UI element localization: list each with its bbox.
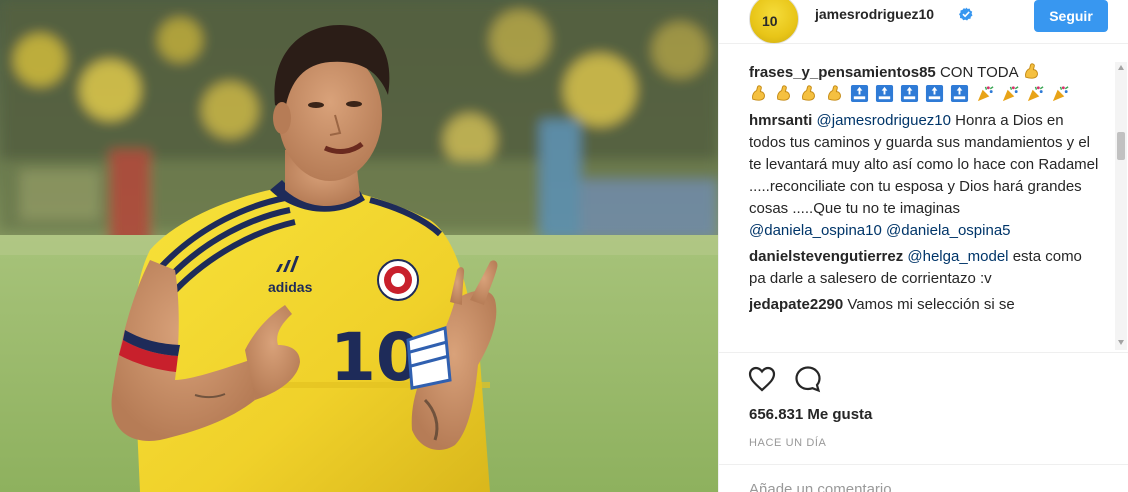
comment-username[interactable]: frases_y_pensamientos85 xyxy=(749,64,936,81)
comment-mention[interactable]: @helga_model xyxy=(907,248,1008,265)
scroll-up-arrow-icon[interactable] xyxy=(1117,64,1125,72)
comment-item: jedapate2290 Vamos mi selección si se xyxy=(749,294,1101,316)
comment-text: CON TODA xyxy=(939,64,1018,81)
post-side-panel: 10 jamesrodriguez10 Seguir frases_y_pens… xyxy=(718,0,1128,492)
avatar[interactable]: 10 xyxy=(749,0,799,44)
follow-button[interactable]: Seguir xyxy=(1034,0,1108,32)
flexed-biceps-icon xyxy=(1025,63,1038,79)
comment-mention[interactable]: @daniela_ospina5 xyxy=(886,222,1011,239)
comment-item: frases_y_pensamientos85 CON TODA xyxy=(749,62,1101,106)
party-popper-icon xyxy=(1027,86,1044,102)
likes-count[interactable]: 656.831 Me gusta xyxy=(749,406,872,423)
comment-emojis xyxy=(1022,62,1043,84)
comment-username[interactable]: hmrsanti xyxy=(749,112,812,129)
post-photo[interactable]: 10 adidas xyxy=(0,0,718,492)
colombia-crest-icon xyxy=(377,259,419,301)
flexed-biceps-icon xyxy=(827,85,841,101)
top-arrow-icon xyxy=(850,85,868,103)
adidas-logo-text: adidas xyxy=(268,279,313,295)
avatar-jersey-number: 10 xyxy=(762,13,778,29)
flexed-biceps-icon xyxy=(777,85,791,101)
comment-text: Vamos mi selección si se xyxy=(847,296,1015,314)
post-username[interactable]: jamesrodriguez10 xyxy=(815,6,934,22)
comment-username[interactable]: danielstevengutierrez xyxy=(749,248,903,265)
post-header: 10 jamesrodriguez10 Seguir xyxy=(719,0,1128,44)
instagram-post: 10 adidas 10 jamesrodriguez10 Seguir fra… xyxy=(0,0,1128,492)
comment-mention[interactable]: @daniela_ospina10 xyxy=(749,222,882,239)
flexed-biceps-icon xyxy=(802,85,816,101)
party-popper-icon xyxy=(1002,86,1019,102)
comment-bubble-icon[interactable] xyxy=(793,364,823,394)
top-arrow-icon xyxy=(926,85,944,103)
comments-scrollbar[interactable] xyxy=(1115,62,1127,350)
scroll-down-arrow-icon[interactable] xyxy=(1117,338,1125,346)
post-actions xyxy=(747,364,823,396)
comment-emojis-row2 xyxy=(749,84,1072,106)
heart-icon[interactable] xyxy=(747,364,777,394)
verified-badge-icon xyxy=(959,7,973,21)
add-comment-input[interactable] xyxy=(749,478,1089,492)
scrollbar-thumb[interactable] xyxy=(1117,132,1125,160)
flexed-biceps-icon xyxy=(752,85,765,101)
comment-item: hmrsanti @jamesrodriguez10 Honra a Dios … xyxy=(749,110,1101,242)
top-arrow-icon xyxy=(951,85,969,103)
comment-item: danielstevengutierrez @helga_model esta … xyxy=(749,246,1101,290)
party-popper-icon xyxy=(977,86,994,102)
player-photo-illustration: 10 adidas xyxy=(0,0,718,492)
post-timestamp: HACE UN DÍA xyxy=(749,437,827,449)
top-arrow-icon xyxy=(900,85,919,103)
divider xyxy=(719,352,1128,353)
party-popper-icon xyxy=(1052,86,1069,102)
comment-mention[interactable]: @jamesrodriguez10 xyxy=(817,112,951,129)
comments-list[interactable]: frases_y_pensamientos85 CON TODA hmrsant… xyxy=(749,62,1101,350)
comment-username[interactable]: jedapate2290 xyxy=(749,296,843,313)
divider xyxy=(719,464,1128,465)
top-arrow-icon xyxy=(875,85,893,103)
